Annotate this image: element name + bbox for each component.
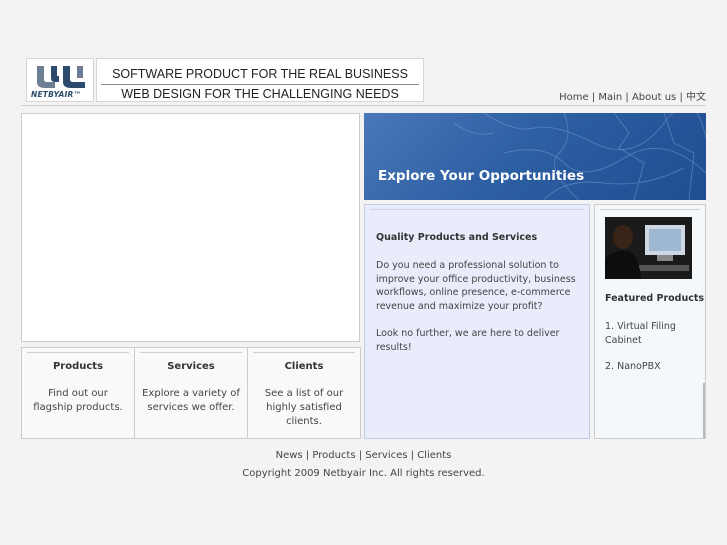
column-divider — [253, 352, 355, 353]
nav-separator: | — [676, 92, 686, 103]
featured-photo — [605, 217, 692, 279]
quality-title: Quality Products and Services — [376, 232, 538, 243]
top-navigation: Home | Main | About us | 中文 — [559, 88, 706, 103]
products-column[interactable]: Products Find out our flagship products. — [21, 347, 135, 439]
clients-title[interactable]: Clients — [248, 361, 360, 372]
products-title[interactable]: Products — [22, 361, 134, 372]
featured-title: Featured Products — [605, 293, 705, 304]
nav-separator: | — [622, 92, 632, 103]
logo[interactable]: NETBYAIR™ — [26, 58, 94, 102]
products-description: Find out our flagship products. — [33, 388, 123, 413]
column-divider — [140, 352, 242, 353]
copyright-notice: Copyright 2009 Netbyair Inc. All rights … — [242, 468, 485, 479]
column-divider — [27, 352, 129, 353]
featured-panel: Featured Products 1. Virtual Filing Cabi… — [594, 204, 706, 439]
quality-callout: Look no further, we are here to deliver … — [376, 328, 560, 353]
nav-about-link[interactable]: About us — [632, 92, 676, 103]
nav-chinese-link[interactable]: 中文 — [686, 92, 706, 103]
nav-home-link[interactable]: Home — [559, 92, 589, 103]
featured-item-nanopbx[interactable]: 2. NanoPBX — [605, 361, 661, 372]
scrollbar[interactable] — [703, 383, 705, 438]
tagline-secondary: WEB DESIGN FOR THE CHALLENGING NEEDS — [121, 87, 399, 101]
header-divider — [21, 105, 706, 106]
hero-banner: Explore Your Opportunities — [364, 113, 706, 200]
footer-clients-link[interactable]: Clients — [417, 450, 451, 461]
panel-divider — [370, 209, 584, 210]
footer-separator: | — [302, 450, 313, 461]
footer-navigation: News | Products | Services | Clients — [0, 450, 727, 461]
nav-separator: | — [588, 92, 599, 103]
netbyair-logo-icon — [37, 66, 85, 88]
clients-description: See a list of our highly satisfied clien… — [264, 388, 344, 427]
banner-divider — [101, 84, 419, 85]
footer-services-link[interactable]: Services — [365, 450, 407, 461]
person-at-computer-icon — [605, 217, 692, 279]
footer-news-link[interactable]: News — [276, 450, 303, 461]
services-column[interactable]: Services Explore a variety of services w… — [134, 347, 248, 439]
clients-column[interactable]: Clients See a list of our highly satisfi… — [247, 347, 361, 439]
nav-main-link[interactable]: Main — [598, 92, 622, 103]
quality-description: Do you need a professional solution to i… — [376, 260, 576, 312]
map-pattern-icon — [453, 113, 706, 200]
tagline-primary: SOFTWARE PRODUCT FOR THE REAL BUSINESS — [112, 67, 408, 81]
footer-separator: | — [355, 450, 366, 461]
main-content-panel — [21, 113, 360, 342]
featured-item-virtual-filing-cabinet[interactable]: 1. Virtual Filing Cabinet — [605, 320, 700, 347]
panel-divider — [600, 209, 700, 210]
services-description: Explore a variety of services we offer. — [142, 388, 240, 413]
tagline-banner: SOFTWARE PRODUCT FOR THE REAL BUSINESS W… — [96, 58, 424, 102]
footer-separator: | — [407, 450, 418, 461]
footer-products-link[interactable]: Products — [312, 450, 355, 461]
quality-panel: Quality Products and Services Do you nee… — [364, 204, 590, 439]
logo-wordmark: NETBYAIR™ — [31, 90, 82, 99]
services-title[interactable]: Services — [135, 361, 247, 372]
hero-title: Explore Your Opportunities — [378, 168, 585, 184]
